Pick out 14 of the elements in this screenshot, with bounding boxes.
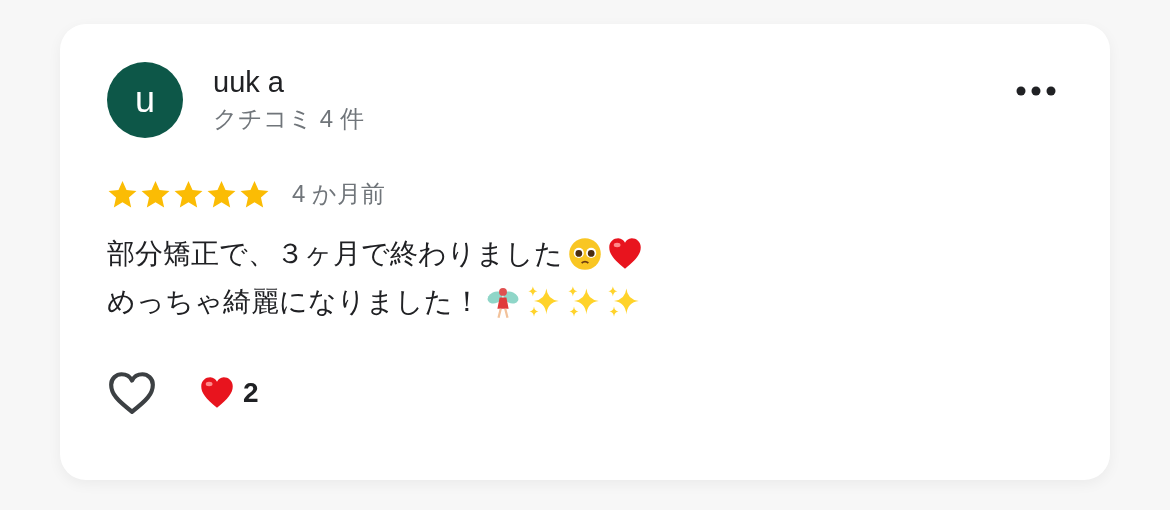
face-icon	[567, 236, 603, 272]
review-text: めっちゃ綺麗になりました！	[107, 285, 481, 319]
reviewer-name: uuk a	[213, 65, 285, 99]
star-icon	[173, 178, 204, 210]
star-icon	[140, 178, 171, 210]
star-icon	[206, 178, 237, 210]
star-icon	[107, 178, 138, 210]
star-icon	[239, 178, 270, 210]
review-time: 4 か月前	[292, 179, 385, 209]
review-text: 部分矯正で、３ヶ月で終わりました	[107, 237, 563, 271]
review-count: クチコミ 4 件	[213, 103, 365, 134]
reaction-count: 2	[243, 377, 259, 409]
like-button[interactable]	[107, 370, 157, 416]
avatar: u	[107, 62, 183, 138]
